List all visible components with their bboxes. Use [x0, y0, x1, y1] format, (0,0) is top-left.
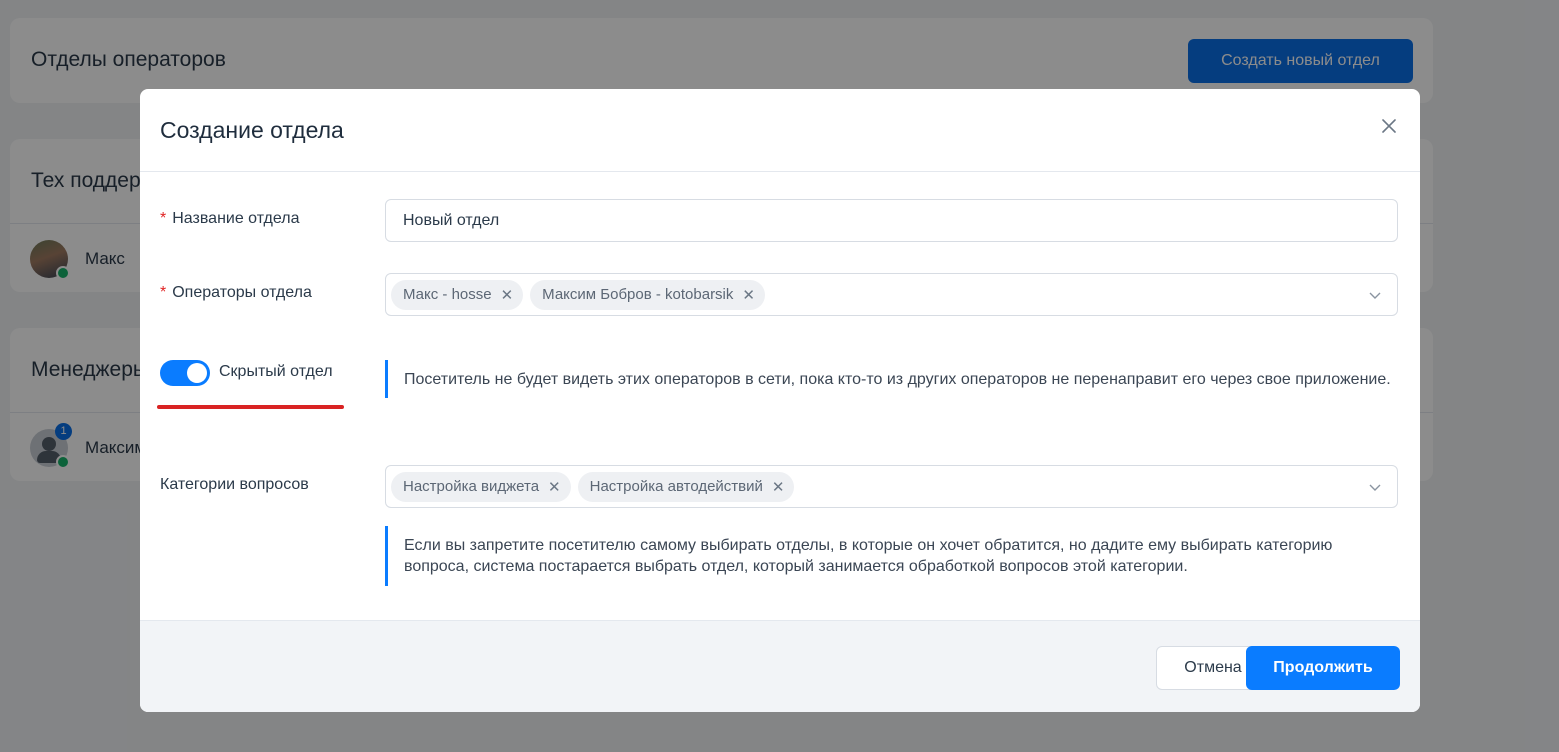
remove-tag-icon[interactable]: ✕	[548, 478, 561, 496]
remove-tag-icon[interactable]: ✕	[772, 478, 785, 496]
continue-button[interactable]: Продолжить	[1246, 646, 1400, 690]
operators-select[interactable]: Макс - hosse ✕ Максим Бобров - kotobarsik…	[385, 273, 1398, 316]
category-tag: Настройка виджета ✕	[391, 471, 571, 502]
categories-select[interactable]: Настройка виджета ✕ Настройка автодействи…	[385, 465, 1398, 508]
category-tag: Настройка автодействий ✕	[577, 471, 795, 502]
chevron-down-icon[interactable]	[1368, 288, 1382, 307]
remove-tag-icon[interactable]: ✕	[501, 286, 514, 304]
modal-header: Создание отдела	[140, 89, 1420, 172]
required-mark: *	[160, 210, 167, 227]
remove-tag-icon[interactable]: ✕	[742, 286, 755, 304]
hidden-department-label: Скрытый отдел	[219, 363, 333, 380]
create-department-modal: Создание отдела * Название отдела Новый о…	[140, 89, 1420, 712]
modal-footer: Отмена Продолжить	[140, 620, 1420, 712]
operator-tag: Максим Бобров - kotobarsik ✕	[530, 279, 765, 310]
department-name-input[interactable]: Новый отдел	[385, 199, 1398, 242]
required-mark: *	[160, 284, 167, 301]
chevron-down-icon[interactable]	[1368, 480, 1382, 499]
categories-label: Категории вопросов	[160, 476, 309, 493]
operator-tag: Макс - hosse ✕	[391, 279, 524, 310]
close-icon[interactable]	[1378, 115, 1400, 137]
highlight-underline	[157, 405, 344, 409]
modal-title: Создание отдела	[160, 117, 344, 143]
categories-hint: Если вы запретите посетителю самому выби…	[385, 526, 1398, 586]
hidden-department-toggle[interactable]	[160, 360, 210, 386]
hidden-department-hint: Посетитель не будет видеть этих оператор…	[385, 360, 1398, 398]
operators-label: * Операторы отдела	[160, 284, 312, 301]
department-name-label: * Название отдела	[160, 210, 300, 227]
